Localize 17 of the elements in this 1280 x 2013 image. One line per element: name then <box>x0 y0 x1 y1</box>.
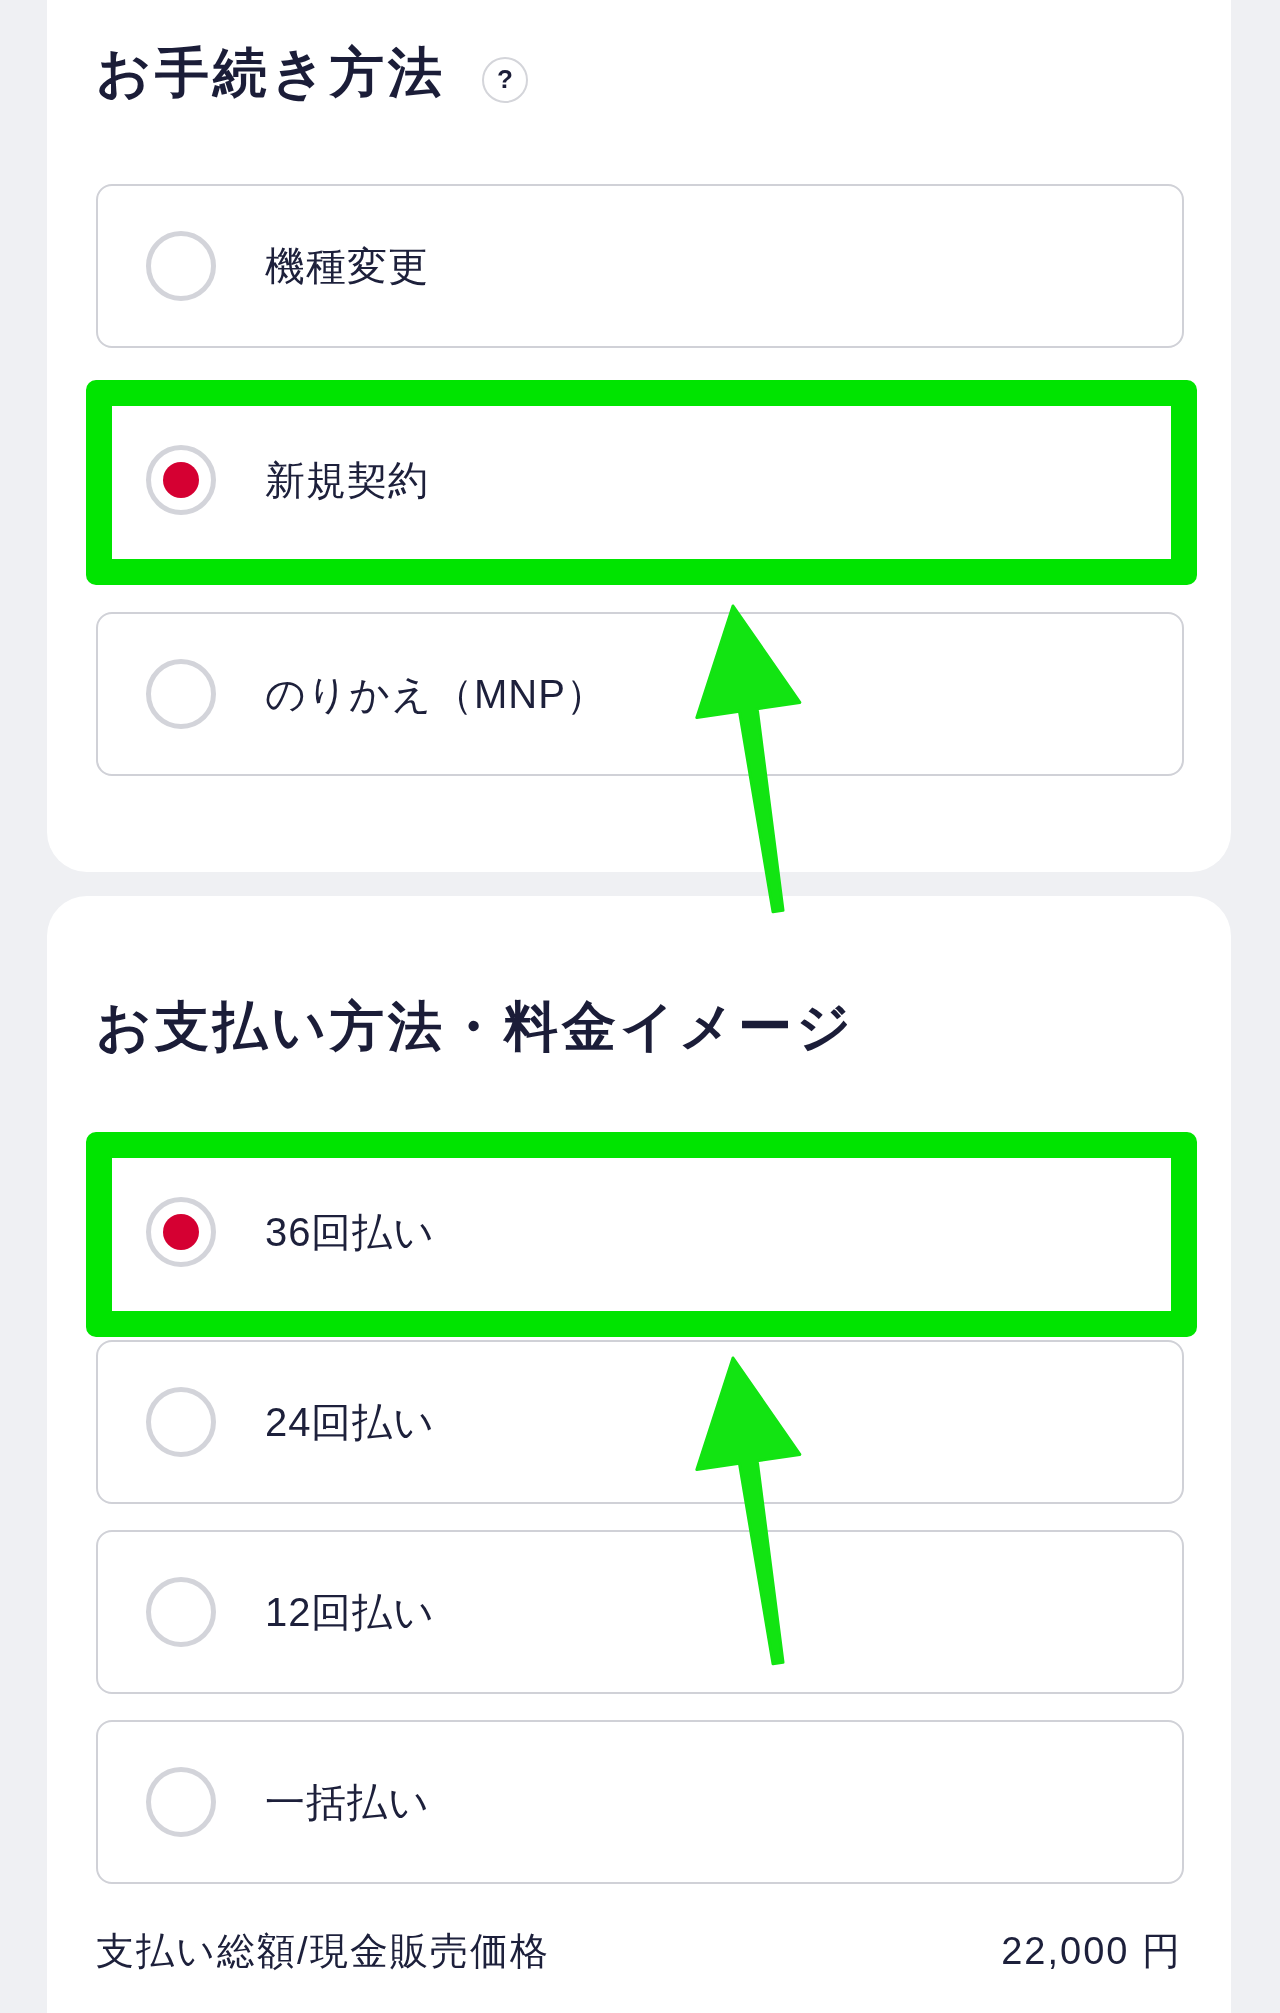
radio-option[interactable]: 24回払い <box>96 1340 1184 1504</box>
summary-label: 支払い総額/現金販売価格 <box>96 1929 550 1974</box>
radio-button[interactable] <box>146 1197 216 1267</box>
radio-button[interactable] <box>146 1577 216 1647</box>
radio-button[interactable] <box>146 659 216 729</box>
radio-option[interactable]: のりかえ（MNP） <box>96 612 1184 776</box>
radio-button[interactable] <box>146 1767 216 1837</box>
summary-value: 22,000 円 <box>1001 1929 1182 1974</box>
radio-button[interactable] <box>146 445 216 515</box>
section-title: お手続き方法 <box>96 41 446 104</box>
radio-button[interactable] <box>146 1387 216 1457</box>
help-button[interactable]: ? <box>482 56 528 103</box>
radio-option[interactable]: 機種変更 <box>96 184 1184 348</box>
section-title: お支払い方法・料金イメージ <box>96 995 855 1058</box>
radio-option[interactable]: 12回払い <box>96 1530 1184 1694</box>
radio-button[interactable] <box>146 231 216 301</box>
radio-option[interactable]: 一括払い <box>96 1720 1184 1884</box>
